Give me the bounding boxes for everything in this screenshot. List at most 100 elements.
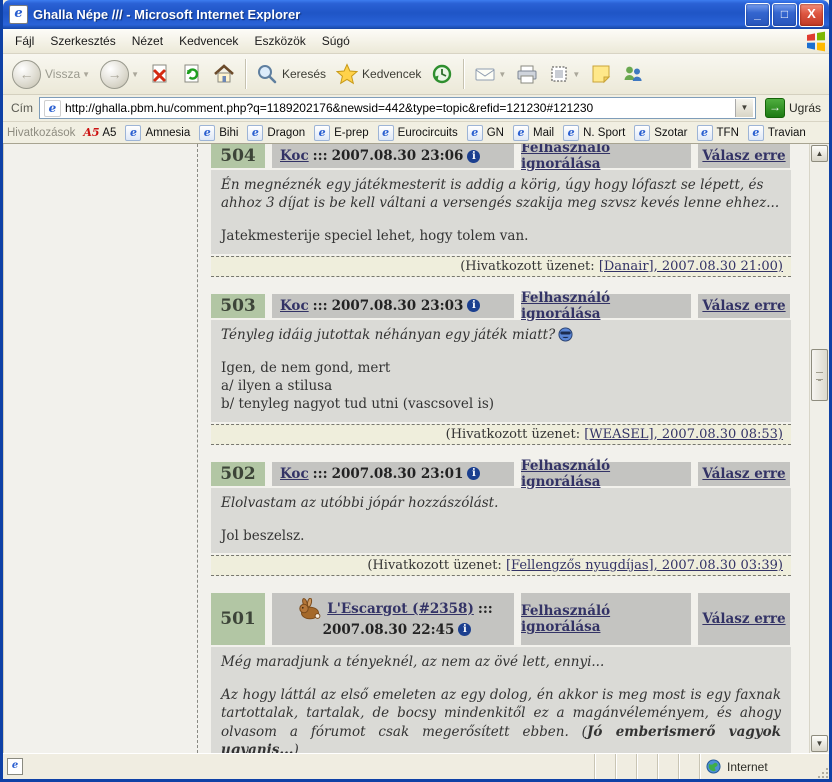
menu-edit[interactable]: Szerkesztés — [42, 31, 123, 51]
info-icon[interactable]: i — [467, 299, 480, 312]
referenced-message-link[interactable]: [Danair], 2007.08.30 21:00) — [599, 259, 783, 274]
reply-link[interactable]: Válasz erre — [702, 466, 785, 482]
post-author-link[interactable]: Koc — [280, 466, 309, 482]
stop-button[interactable] — [145, 61, 175, 87]
link-amnesia[interactable]: eAmnesia — [125, 125, 190, 141]
mail-dropdown-icon[interactable]: ▼ — [498, 70, 506, 79]
print-icon — [516, 63, 538, 85]
link-eprep[interactable]: eE-prep — [314, 125, 369, 141]
favorites-star-icon — [336, 63, 358, 85]
back-label: Vissza — [45, 67, 80, 81]
scrollbar-thumb[interactable] — [811, 349, 828, 401]
edit-button[interactable]: ▼ — [544, 61, 584, 87]
ie-favicon: e — [467, 125, 483, 141]
ie-favicon: e — [697, 125, 713, 141]
forward-icon: → — [100, 60, 129, 89]
post-date: 2007.08.30 22:45 — [323, 620, 455, 640]
favorites-button[interactable]: Kedvencek — [332, 61, 425, 87]
post-text: Jatekmesterije speciel lehet, hogy tolem… — [221, 227, 781, 245]
cool-smiley-icon — [558, 327, 573, 342]
reply-link[interactable]: Válasz erre — [702, 611, 785, 627]
info-icon[interactable]: i — [467, 150, 480, 163]
post-author-link[interactable]: Koc — [280, 298, 309, 314]
back-dropdown-icon[interactable]: ▼ — [82, 70, 90, 79]
address-url[interactable]: http://ghalla.pbm.hu/comment.php?q=11892… — [65, 101, 735, 115]
reply-link[interactable]: Válasz erre — [702, 148, 785, 164]
link-dragon[interactable]: eDragon — [247, 125, 305, 141]
go-button[interactable]: → Ugrás — [761, 97, 825, 119]
menu-tools[interactable]: Eszközök — [246, 31, 313, 51]
ignore-user-link[interactable]: Felhasználó ignorálása — [521, 290, 691, 322]
ignore-user-cell: Felhasználó ignorálása — [521, 462, 691, 486]
referenced-message-row: (Hivatkozott üzenet: [Fellengzős nyugdíj… — [211, 555, 791, 576]
go-arrow-icon: → — [765, 98, 785, 118]
info-icon[interactable]: i — [458, 623, 471, 636]
link-szotar[interactable]: eSzotar — [634, 125, 687, 141]
link-nsport[interactable]: eN. Sport — [563, 125, 625, 141]
address-bar: Cím e http://ghalla.pbm.hu/comment.php?q… — [3, 95, 829, 122]
post-body: Tényleg idáig jutottak néhányan egy játé… — [211, 320, 791, 422]
link-eurocircuits[interactable]: eEurocircuits — [378, 125, 458, 141]
page-content: 504 Koc ::: 2007.08.30 23:06 i Felhaszná… — [3, 144, 829, 753]
link-tfn[interactable]: eTFN — [697, 125, 739, 141]
link-a5[interactable]: A5A5 — [83, 127, 116, 139]
ignore-user-link[interactable]: Felhasználó ignorálása — [521, 144, 691, 172]
link-bihi[interactable]: eBihi — [199, 125, 238, 141]
forward-dropdown-icon[interactable]: ▼ — [131, 70, 139, 79]
header-separator: ::: — [313, 148, 328, 164]
forward-button[interactable]: → ▼ — [96, 58, 143, 91]
reply-cell: Válasz erre — [698, 593, 790, 645]
search-button[interactable]: Keresés — [252, 61, 330, 87]
ignore-user-link[interactable]: Felhasználó ignorálása — [521, 458, 691, 490]
post-body: Én megnéznék egy játékmesterit is addig … — [211, 170, 791, 254]
link-mail[interactable]: eMail — [513, 125, 554, 141]
scroll-up-icon[interactable]: ▲ — [811, 145, 828, 162]
menu-help[interactable]: Súgó — [314, 31, 358, 51]
messenger-button[interactable] — [618, 61, 648, 87]
post-number: 501 — [211, 593, 265, 645]
search-label: Keresés — [282, 67, 326, 81]
quoted-text: Még maradjunk a tényeknél, az nem az övé… — [221, 653, 781, 671]
vertical-scrollbar[interactable]: ▲ ▼ — [809, 144, 829, 753]
resize-grip[interactable] — [814, 754, 829, 779]
print-button[interactable] — [512, 61, 542, 87]
edit-dropdown-icon[interactable]: ▼ — [572, 70, 580, 79]
post-number: 504 — [211, 144, 265, 168]
link-travian[interactable]: eTravian — [748, 125, 806, 141]
post-author-header: Koc ::: 2007.08.30 23:01 i — [272, 462, 514, 486]
scroll-down-icon[interactable]: ▼ — [811, 735, 828, 752]
info-icon[interactable]: i — [467, 467, 480, 480]
back-button[interactable]: ← Vissza ▼ — [8, 58, 94, 91]
menu-file[interactable]: Fájl — [7, 31, 42, 51]
reply-link[interactable]: Válasz erre — [702, 298, 785, 314]
browser-window: e Ghalla Népe /// - Microsoft Internet E… — [0, 0, 832, 782]
ie-favicon: e — [563, 125, 579, 141]
toolbar-separator — [245, 59, 246, 89]
menu-view[interactable]: Nézet — [124, 31, 171, 51]
maximize-button[interactable]: □ — [772, 3, 797, 27]
ie-window-icon: e — [9, 5, 28, 24]
address-dropdown-icon[interactable]: ▼ — [735, 99, 753, 117]
ignore-user-cell: Felhasználó ignorálása — [521, 294, 691, 318]
header-separator: ::: — [313, 466, 328, 482]
notes-button[interactable] — [586, 61, 616, 87]
close-button[interactable]: X — [799, 3, 824, 27]
home-button[interactable] — [209, 61, 239, 87]
ignore-user-link[interactable]: Felhasználó ignorálása — [521, 603, 691, 635]
referenced-message-link[interactable]: [Fellengzős nyugdíjas], 2007.08.30 03:39… — [506, 558, 783, 573]
mail-button[interactable]: ▼ — [470, 61, 510, 87]
header-separator: ::: — [478, 599, 493, 619]
edit-page-icon — [548, 63, 570, 85]
address-input[interactable]: e http://ghalla.pbm.hu/comment.php?q=118… — [39, 97, 756, 119]
history-button[interactable] — [427, 61, 457, 87]
ie-favicon: e — [378, 125, 394, 141]
link-gn[interactable]: eGN — [467, 125, 504, 141]
post-author-link[interactable]: L'Escargot (#2358) — [327, 599, 474, 619]
referenced-message-row: (Hivatkozott üzenet: [Danair], 2007.08.3… — [211, 256, 791, 277]
referenced-message-link[interactable]: [WEASEL], 2007.08.30 08:53) — [584, 427, 783, 442]
menu-favorites[interactable]: Kedvencek — [171, 31, 246, 51]
forum-post-501: 501 L'Escargot (#2358) — [211, 593, 791, 753]
post-author-link[interactable]: Koc — [280, 148, 309, 164]
minimize-button[interactable]: _ — [745, 3, 770, 27]
refresh-button[interactable] — [177, 61, 207, 87]
